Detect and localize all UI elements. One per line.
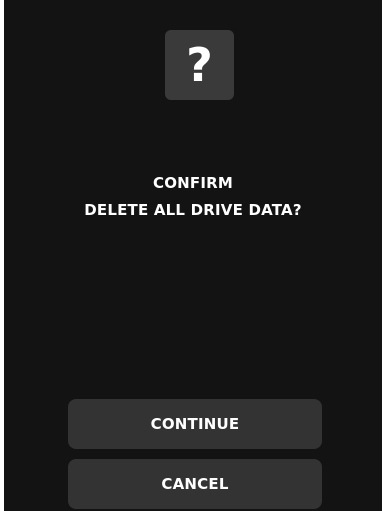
question-mark-glyph: ? [186, 38, 213, 92]
question-icon: ? [165, 30, 234, 100]
confirm-dialog-screen: ? CONFIRM DELETE ALL DRIVE DATA? CONTINU… [4, 0, 382, 511]
dialog-message: CONFIRM DELETE ALL DRIVE DATA? [4, 170, 382, 224]
cancel-button[interactable]: CANCEL [68, 459, 322, 509]
dialog-question: DELETE ALL DRIVE DATA? [84, 201, 302, 219]
dialog-title: CONFIRM [152, 174, 234, 192]
continue-button[interactable]: CONTINUE [68, 399, 322, 449]
